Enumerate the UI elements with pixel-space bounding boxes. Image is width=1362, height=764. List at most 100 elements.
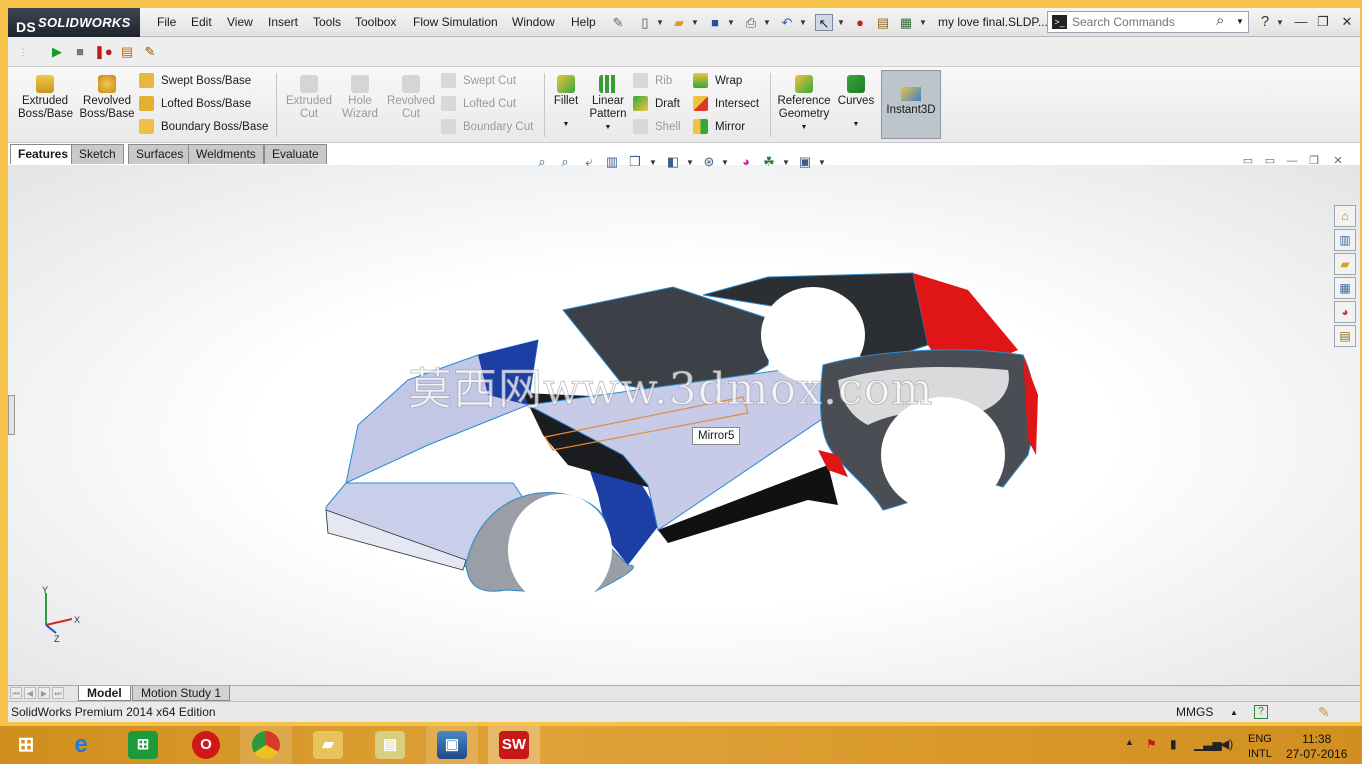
- save-dropdown-icon[interactable]: ▼: [727, 18, 735, 27]
- shell-button[interactable]: Shell: [633, 117, 681, 137]
- view-palette-icon[interactable]: ▦: [1334, 277, 1356, 299]
- taskbar-photos[interactable]: ▣: [426, 726, 478, 764]
- reference-geometry-button[interactable]: Reference Geometry ▼: [775, 75, 833, 134]
- search-icon[interactable]: ⌕: [1216, 12, 1224, 29]
- show-hidden-icons[interactable]: ▲: [1125, 737, 1134, 747]
- menu-file[interactable]: File: [157, 8, 176, 37]
- revolved-cut-button[interactable]: Revolved Cut: [384, 75, 438, 121]
- system-clock[interactable]: 11:38 27-07-2016: [1286, 732, 1347, 762]
- car-body-model[interactable]: [8, 165, 1360, 685]
- draft-button[interactable]: Draft: [633, 94, 680, 114]
- menu-edit[interactable]: Edit: [191, 8, 212, 37]
- graphics-area[interactable]: ⌕ ⌕ ⤶ ▥ ❒ ▼ ◧ ▼ ⊛ ▼ ◕ ☘ ▼ ▣ ▼ ▭ ▭ — ❐ ✕: [8, 154, 1360, 685]
- lofted-boss-button[interactable]: Lofted Boss/Base: [139, 94, 251, 114]
- first-tab-nav-icon[interactable]: ⏮: [10, 687, 22, 699]
- record-macro-icon[interactable]: ❚●: [94, 43, 113, 61]
- rib-button[interactable]: Rib: [633, 71, 672, 91]
- appearances-icon[interactable]: ◕: [1334, 301, 1356, 323]
- new-document-icon[interactable]: ▯: [636, 14, 654, 31]
- extruded-cut-button[interactable]: Extruded Cut: [282, 75, 336, 121]
- tab-model[interactable]: Model: [78, 686, 131, 701]
- rebuild-traffic-light-icon[interactable]: ●: [851, 14, 869, 31]
- search-input[interactable]: [1072, 14, 1212, 30]
- menu-flow-simulation[interactable]: Flow Simulation: [413, 8, 498, 37]
- run-macro-icon[interactable]: ▶: [48, 43, 66, 61]
- taskbar-chrome[interactable]: [240, 726, 292, 764]
- swept-cut-button[interactable]: Swept Cut: [441, 71, 516, 91]
- lofted-cut-button[interactable]: Lofted Cut: [441, 94, 516, 114]
- menu-help[interactable]: Help: [571, 8, 596, 37]
- curves-dropdown-icon[interactable]: ▼: [834, 118, 878, 131]
- curves-button[interactable]: Curves ▼: [834, 75, 878, 131]
- tab-features[interactable]: Features: [10, 144, 77, 164]
- units-selector[interactable]: MMGS: [1176, 702, 1213, 723]
- start-button[interactable]: ⊞: [0, 726, 52, 764]
- linear-pattern-dropdown-icon[interactable]: ▼: [585, 121, 631, 134]
- taskbar-store[interactable]: ⊞: [117, 726, 169, 764]
- revolved-boss-button[interactable]: Revolved Boss/Base: [79, 75, 135, 121]
- tab-evaluate[interactable]: Evaluate: [264, 144, 327, 164]
- close-icon[interactable]: ✕: [1336, 12, 1358, 32]
- menu-tools[interactable]: Tools: [313, 8, 341, 37]
- stop-macro-icon[interactable]: ■: [71, 43, 89, 61]
- taskbar-file-explorer[interactable]: ▰: [302, 726, 354, 764]
- restore-icon[interactable]: ❐: [1312, 12, 1334, 32]
- options-icon[interactable]: ▦: [897, 14, 915, 31]
- tab-sketch[interactable]: Sketch: [71, 144, 124, 164]
- wrap-button[interactable]: Wrap: [693, 71, 742, 91]
- last-tab-nav-icon[interactable]: ⏭: [52, 687, 64, 699]
- save-icon[interactable]: ■: [706, 14, 724, 31]
- boundary-cut-button[interactable]: Boundary Cut: [441, 117, 533, 137]
- linear-pattern-button[interactable]: Linear Pattern ▼: [585, 75, 631, 134]
- options-dropdown-icon[interactable]: ▼: [919, 18, 927, 27]
- print-dropdown-icon[interactable]: ▼: [763, 18, 771, 27]
- solidworks-logo[interactable]: DS SOLIDWORKS: [8, 8, 140, 37]
- pencil-status-icon[interactable]: ✎: [1318, 702, 1330, 723]
- help-status-icon[interactable]: ?: [1254, 705, 1268, 719]
- tab-weldments[interactable]: Weldments: [188, 144, 264, 164]
- undo-icon[interactable]: ↶: [778, 14, 796, 31]
- intersect-button[interactable]: Intersect: [693, 94, 759, 114]
- minimize-icon[interactable]: —: [1290, 12, 1312, 32]
- taskbar-internet-explorer[interactable]: e: [55, 726, 107, 764]
- taskbar-notes[interactable]: ▤: [364, 726, 416, 764]
- open-dropdown-icon[interactable]: ▼: [691, 18, 699, 27]
- reference-geometry-dropdown-icon[interactable]: ▼: [775, 121, 833, 134]
- new-macro-icon[interactable]: ▤: [118, 43, 136, 61]
- input-language[interactable]: ENG INTL: [1248, 732, 1272, 762]
- custom-properties-icon[interactable]: ▤: [1334, 325, 1356, 347]
- search-dropdown-icon[interactable]: ▼: [1236, 17, 1244, 26]
- pin-icon[interactable]: ✎: [609, 14, 627, 31]
- file-properties-icon[interactable]: ▤: [874, 14, 892, 31]
- select-dropdown-icon[interactable]: ▼: [837, 18, 845, 27]
- power-icon[interactable]: ▮: [1170, 737, 1177, 751]
- menu-toolbox[interactable]: Toolbox: [355, 8, 396, 37]
- taskbar-solidworks[interactable]: SW: [488, 726, 540, 764]
- tab-surfaces[interactable]: Surfaces: [128, 144, 192, 164]
- tab-motion-study-1[interactable]: Motion Study 1: [132, 686, 231, 701]
- menu-window[interactable]: Window: [512, 8, 555, 37]
- open-folder-icon[interactable]: ▰: [670, 14, 688, 31]
- fillet-dropdown-icon[interactable]: ▼: [549, 118, 583, 131]
- menu-insert[interactable]: Insert: [268, 8, 298, 37]
- mirror-button[interactable]: Mirror: [693, 117, 745, 137]
- network-signal-icon[interactable]: ▁▃▅: [1194, 737, 1222, 751]
- hole-wizard-button[interactable]: Hole Wizard: [336, 75, 384, 121]
- home-icon[interactable]: ⌂: [1334, 205, 1356, 227]
- volume-icon[interactable]: ◀): [1220, 737, 1233, 751]
- prev-tab-nav-icon[interactable]: ◀: [24, 687, 36, 699]
- select-cursor-icon[interactable]: ↖: [815, 14, 833, 31]
- design-library-icon[interactable]: ▥: [1334, 229, 1356, 251]
- new-dropdown-icon[interactable]: ▼: [656, 18, 664, 27]
- extruded-boss-button[interactable]: Extruded Boss/Base: [18, 75, 73, 121]
- help-icon[interactable]: ?: [1254, 12, 1276, 32]
- next-tab-nav-icon[interactable]: ▶: [38, 687, 50, 699]
- swept-boss-button[interactable]: Swept Boss/Base: [139, 71, 251, 91]
- menu-view[interactable]: View: [227, 8, 253, 37]
- boundary-boss-button[interactable]: Boundary Boss/Base: [139, 117, 268, 137]
- undo-dropdown-icon[interactable]: ▼: [799, 18, 807, 27]
- instant3d-button[interactable]: Instant3D: [881, 70, 941, 139]
- file-explorer-icon[interactable]: ▰: [1334, 253, 1356, 275]
- help-dropdown-icon[interactable]: ▼: [1276, 18, 1284, 27]
- fillet-button[interactable]: Fillet ▼: [549, 75, 583, 131]
